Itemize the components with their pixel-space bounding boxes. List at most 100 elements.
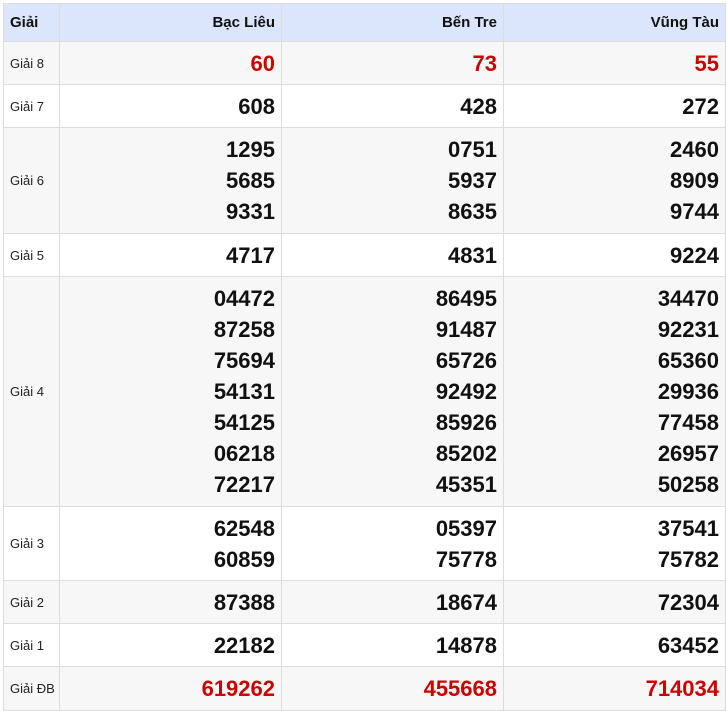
prize-row: Giải 1 22182 14878 63452 bbox=[3, 623, 726, 667]
prize-number: 9331 bbox=[226, 199, 275, 224]
prize-cell-bac-lieu: 22182 bbox=[59, 623, 282, 667]
prize-number: 75782 bbox=[657, 546, 719, 572]
prize-cell-vung-tau: 72304 bbox=[503, 580, 726, 624]
header-prize-label: Giải bbox=[3, 3, 60, 42]
prize-label: Giải 6 bbox=[3, 127, 60, 234]
prize-number: 77458 bbox=[657, 410, 719, 435]
prize-number: 05397 bbox=[435, 515, 497, 541]
prize-row: Giải 5 4717 4831 9224 bbox=[3, 233, 726, 277]
prize-cell-bac-lieu: 608 bbox=[59, 84, 282, 128]
prize-cell-ben-tre: 05397 75778 bbox=[281, 506, 504, 581]
prize-number: 73 bbox=[472, 50, 497, 76]
prize-row: Giải 6 1295 5685 9331 0751 5937 8635 2460 8909 97… bbox=[3, 127, 726, 234]
prize-number: 72217 bbox=[213, 472, 275, 497]
prize-label: Giải 1 bbox=[3, 623, 60, 667]
prize-number: 87388 bbox=[213, 589, 275, 615]
prize-cell-bac-lieu: 60 bbox=[59, 41, 282, 85]
prize-number: 45351 bbox=[435, 472, 497, 497]
prize-number: 34470 bbox=[657, 286, 719, 311]
prize-number: 9744 bbox=[670, 199, 719, 224]
prize-cell-vung-tau: 63452 bbox=[503, 623, 726, 667]
prize-number: 50258 bbox=[657, 472, 719, 497]
prize-number: 5937 bbox=[448, 168, 497, 193]
prize-number: 8909 bbox=[670, 168, 719, 193]
prize-cell-ben-tre: 428 bbox=[281, 84, 504, 128]
prize-label: Giải 3 bbox=[3, 506, 60, 581]
prize-label: Giải 8 bbox=[3, 41, 60, 85]
header-province-ben-tre[interactable]: Bến Tre bbox=[281, 3, 504, 42]
prize-number: 8635 bbox=[448, 199, 497, 224]
prize-number: 60859 bbox=[213, 546, 275, 572]
prize-number: 4831 bbox=[448, 242, 497, 268]
prize-number: 75778 bbox=[435, 546, 497, 572]
prize-cell-ben-tre: 4831 bbox=[281, 233, 504, 277]
prize-cell-bac-lieu: 62548 60859 bbox=[59, 506, 282, 581]
header-province-vung-tau[interactable]: Vũng Tàu bbox=[503, 3, 726, 42]
prize-number: 72304 bbox=[657, 589, 719, 615]
prize-number: 04472 bbox=[213, 286, 275, 311]
prize-number: 86495 bbox=[435, 286, 497, 311]
prize-cell-bac-lieu: 1295 5685 9331 bbox=[59, 127, 282, 234]
prize-row: Giải 7 608 428 272 bbox=[3, 84, 726, 128]
prize-cell-ben-tre: 14878 bbox=[281, 623, 504, 667]
prize-number: 29936 bbox=[657, 379, 719, 404]
prize-number: 272 bbox=[682, 93, 719, 119]
prize-cell-vung-tau: 272 bbox=[503, 84, 726, 128]
prize-cell-vung-tau: 34470 92231 65360 29936 77458 26957 50258 bbox=[503, 276, 726, 507]
prize-number: 4717 bbox=[226, 242, 275, 268]
lottery-results-table: Giải Bạc Liêu Bến Tre Vũng Tàu Giải 8 60 7… bbox=[3, 3, 726, 711]
prize-number: 37541 bbox=[657, 515, 719, 541]
header-province-bac-lieu[interactable]: Bạc Liêu bbox=[59, 3, 282, 42]
prize-cell-vung-tau: 37541 75782 bbox=[503, 506, 726, 581]
prize-cell-vung-tau: 714034 bbox=[503, 666, 726, 711]
prize-number: 22182 bbox=[213, 632, 275, 658]
prize-cell-bac-lieu: 87388 bbox=[59, 580, 282, 624]
prize-label: Giải 7 bbox=[3, 84, 60, 128]
prize-cell-bac-lieu: 4717 bbox=[59, 233, 282, 277]
prize-number: 54131 bbox=[213, 379, 275, 404]
prize-rows: Giải 8 60 73 55 Giải 7 608 428 272 Giải 6 1295 568… bbox=[3, 41, 726, 711]
prize-row: Giải 2 87388 18674 72304 bbox=[3, 580, 726, 624]
prize-number: 62548 bbox=[213, 515, 275, 541]
prize-label: Giải 2 bbox=[3, 580, 60, 624]
prize-number: 65726 bbox=[435, 348, 497, 373]
prize-cell-ben-tre: 455668 bbox=[281, 666, 504, 711]
prize-cell-ben-tre: 73 bbox=[281, 41, 504, 85]
prize-number: 714034 bbox=[645, 676, 719, 701]
prize-row: Giải 8 60 73 55 bbox=[3, 41, 726, 85]
prize-number: 1295 bbox=[226, 137, 275, 162]
prize-label: Giải ĐB bbox=[3, 666, 60, 711]
prize-number: 75694 bbox=[213, 348, 275, 373]
prize-cell-bac-lieu: 04472 87258 75694 54131 54125 06218 72217 bbox=[59, 276, 282, 507]
prize-number: 9224 bbox=[670, 242, 719, 268]
prize-number: 0751 bbox=[448, 137, 497, 162]
prize-number: 63452 bbox=[657, 632, 719, 658]
prize-label: Giải 4 bbox=[3, 276, 60, 507]
prize-number: 91487 bbox=[435, 317, 497, 342]
prize-number: 06218 bbox=[213, 441, 275, 466]
prize-number: 85926 bbox=[435, 410, 497, 435]
header-row: Giải Bạc Liêu Bến Tre Vũng Tàu bbox=[3, 3, 726, 42]
prize-number: 619262 bbox=[201, 676, 275, 701]
prize-cell-ben-tre: 0751 5937 8635 bbox=[281, 127, 504, 234]
prize-number: 60 bbox=[250, 50, 275, 76]
prize-number: 18674 bbox=[435, 589, 497, 615]
prize-number: 428 bbox=[460, 93, 497, 119]
prize-number: 55 bbox=[694, 50, 719, 76]
prize-number: 87258 bbox=[213, 317, 275, 342]
prize-row: Giải 4 04472 87258 75694 54131 54125 06218 7221… bbox=[3, 276, 726, 507]
prize-number: 455668 bbox=[423, 676, 497, 701]
prize-number: 92492 bbox=[435, 379, 497, 404]
prize-row: Giải 3 62548 60859 05397 75778 37541 75782 bbox=[3, 506, 726, 581]
prize-number: 92231 bbox=[657, 317, 719, 342]
prize-number: 14878 bbox=[435, 632, 497, 658]
prize-row: Giải ĐB 619262 455668 714034 bbox=[3, 666, 726, 711]
prize-number: 5685 bbox=[226, 168, 275, 193]
prize-cell-vung-tau: 9224 bbox=[503, 233, 726, 277]
prize-label: Giải 5 bbox=[3, 233, 60, 277]
prize-number: 608 bbox=[238, 93, 275, 119]
prize-cell-bac-lieu: 619262 bbox=[59, 666, 282, 711]
prize-number: 85202 bbox=[435, 441, 497, 466]
prize-cell-ben-tre: 18674 bbox=[281, 580, 504, 624]
prize-cell-vung-tau: 2460 8909 9744 bbox=[503, 127, 726, 234]
